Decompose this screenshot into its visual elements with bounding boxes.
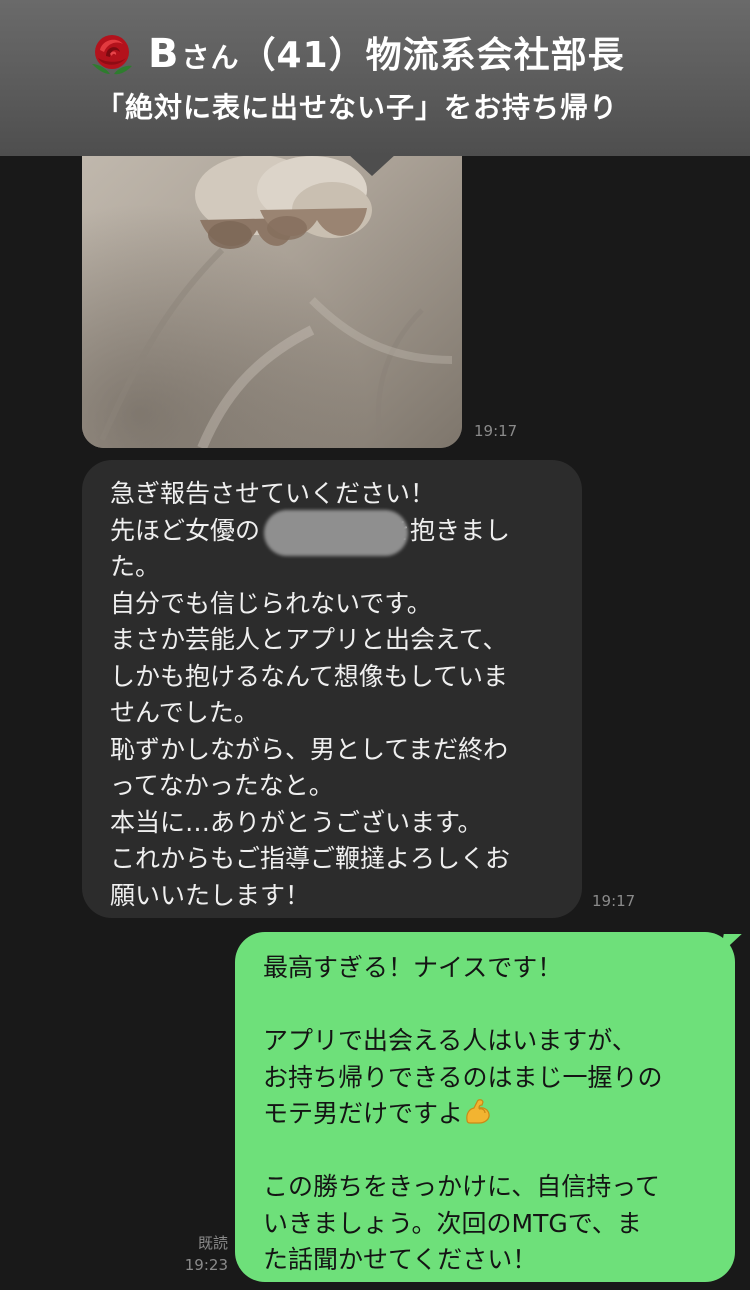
banner-subtitle: 「絶対に表に出せない子」をお持ち帰り: [96, 91, 619, 124]
banner-title-detail: （41）物流系会社部長: [239, 35, 625, 76]
message-line: お持ち帰りできるのはまじ一握りの: [263, 1062, 663, 1092]
message-line: 恥ずかしながら、男としてまだ終わ: [110, 734, 509, 764]
read-receipt: 既読: [197, 1234, 228, 1252]
message-line: まさか芸能人とアプリと出会えて、: [110, 625, 508, 654]
banner-title-honorific: さん: [181, 41, 240, 74]
message-line: この勝ちをきっかけに、自信持って: [263, 1172, 661, 1201]
message-line: [263, 987, 719, 1024]
message-line: 自分でも信じられないです。: [110, 588, 432, 618]
message-line: しかも抱けるなんて想像もしていま: [110, 661, 509, 691]
message-line: [263, 1133, 719, 1170]
name-redaction: [264, 510, 408, 556]
message-line: 願いいたします！: [110, 880, 311, 910]
message-line-with-emoji: モテ男だけですよ: [263, 1096, 719, 1133]
message-line: 本当に…ありがとうございます。: [110, 807, 483, 837]
banner-title: Bさん（41）物流系会社部長: [148, 30, 625, 82]
message-line: せんでした。: [110, 698, 259, 727]
message-line: ってなかったなと。: [110, 771, 334, 800]
sent-timestamp: 19:23: [184, 1256, 228, 1274]
received-timestamp: 19:17: [592, 892, 636, 910]
banner-title-initial: B: [148, 31, 180, 77]
rose-icon: [86, 30, 138, 78]
message-line: た話聞かせてください！: [263, 1245, 538, 1274]
header-banner: Bさん（41）物流系会社部長 「絶対に表に出せない子」をお持ち帰り: [0, 0, 750, 156]
photo-timestamp: 19:17: [474, 422, 518, 440]
message-line: 急ぎ報告させていください！: [110, 479, 436, 508]
message-line: これからもご指導ご鞭撻よろしくお: [110, 844, 511, 873]
message-line: いきましょう。次回のMTGで、ま: [263, 1208, 642, 1238]
message-line: アプリで出会える人はいますが、: [263, 1026, 637, 1055]
sent-message-bubble[interactable]: 最高すぎる！ナイスです！ アプリで出会える人はいますが、 お持ち帰りできるのはま…: [235, 932, 735, 1282]
message-line: 最高すぎる！ナイスです！: [263, 953, 563, 982]
banner-pointer: [348, 154, 396, 176]
message-text: モテ男だけですよ: [263, 1099, 464, 1128]
flexed-biceps-icon: [463, 1096, 493, 1137]
